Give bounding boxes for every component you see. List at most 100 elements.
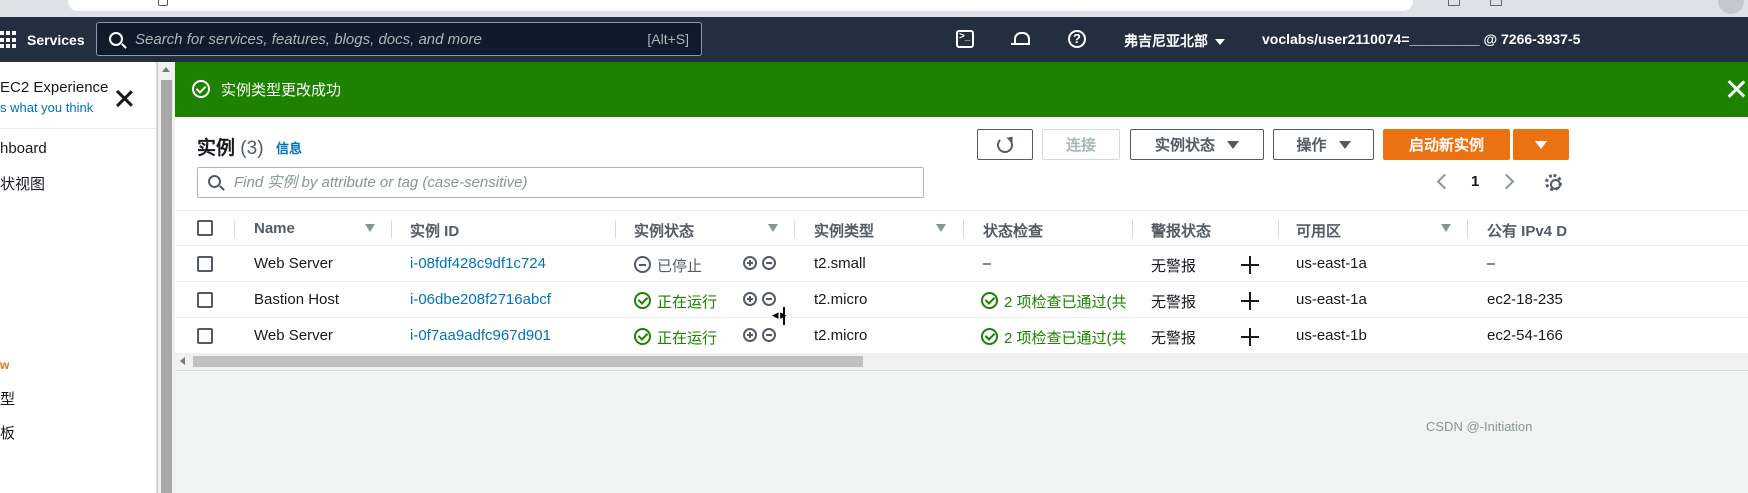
filter-input[interactable] <box>234 168 914 197</box>
cloudshell-icon[interactable] <box>956 30 974 48</box>
column-header-availability-zone[interactable]: 可用区 <box>1296 220 1341 241</box>
row-checkbox[interactable] <box>197 328 213 344</box>
extension-icon[interactable] <box>1448 0 1460 6</box>
add-alarm-icon[interactable] <box>1241 256 1259 274</box>
notifications-bell-icon[interactable] <box>1011 30 1030 48</box>
row-checkbox[interactable] <box>197 292 213 308</box>
availability-zone: us-east-1b <box>1296 327 1367 344</box>
column-separator <box>1278 220 1279 238</box>
region-selector[interactable]: 弗吉尼亚北部 <box>1124 31 1225 51</box>
availability-zone: us-east-1a <box>1296 255 1367 272</box>
table-row[interactable]: Web Server i-08fdf428c9df1c724 已停止 t2.sm… <box>175 246 1748 282</box>
instance-type: t2.small <box>814 255 866 272</box>
browser-address-bar[interactable] <box>68 0 1413 11</box>
search-input[interactable] <box>135 23 615 55</box>
table-scroll-thumb[interactable] <box>193 356 863 367</box>
zoom-out-icon[interactable] <box>762 292 776 306</box>
row-checkbox[interactable] <box>197 256 213 272</box>
zoom-in-icon[interactable] <box>743 292 757 306</box>
check-circle-icon <box>981 328 998 345</box>
sidebar-item-global-view[interactable]: 状视图 <box>0 173 45 194</box>
search-icon <box>208 175 221 188</box>
instance-state: 正在运行 <box>657 330 718 347</box>
launch-dropdown-button[interactable] <box>1513 129 1569 160</box>
instance-name: Web Server <box>254 327 333 344</box>
column-header-status-check[interactable]: 状态检查 <box>983 220 1043 241</box>
add-alarm-icon[interactable] <box>1241 328 1259 346</box>
sidebar-scroll-thumb[interactable] <box>161 80 172 493</box>
gear-icon[interactable] <box>1545 174 1562 191</box>
column-header-instance-state[interactable]: 实例状态 <box>634 220 694 241</box>
page-number[interactable]: 1 <box>1471 173 1479 190</box>
services-grid-icon[interactable] <box>0 31 18 49</box>
page-title: 实例 (3) <box>197 138 264 159</box>
zoom-out-icon[interactable] <box>762 256 776 270</box>
caret-down-icon <box>1535 140 1547 149</box>
close-icon[interactable] <box>1725 78 1747 100</box>
zoom-in-icon[interactable] <box>743 256 757 270</box>
help-icon[interactable] <box>1068 30 1086 48</box>
search-icon <box>109 32 123 46</box>
table-horizontal-scrollbar[interactable] <box>175 353 1748 370</box>
aws-top-navigation: Services [Alt+S] 弗吉尼亚北部 voclabs/user2110… <box>0 17 1748 62</box>
sidebar-item-dashboard[interactable]: hboard <box>0 140 47 157</box>
column-separator <box>234 220 235 238</box>
add-alarm-icon[interactable] <box>1241 292 1259 310</box>
availability-zone: us-east-1a <box>1296 291 1367 308</box>
sort-icon[interactable] <box>365 224 375 232</box>
sidebar-title: EC2 Experience <box>0 79 109 96</box>
zoom-out-icon[interactable] <box>762 328 776 342</box>
instance-type: t2.micro <box>814 291 868 308</box>
select-all-checkbox[interactable] <box>197 220 213 236</box>
actions-button[interactable]: 操作 <box>1273 129 1374 160</box>
chevron-right-icon[interactable] <box>1498 173 1515 190</box>
refresh-button[interactable] <box>977 129 1033 160</box>
column-header-instance-type[interactable]: 实例类型 <box>814 220 874 241</box>
profile-avatar[interactable] <box>1718 0 1744 14</box>
table-row[interactable]: Web Server i-0f7aa9adfc967d901 正在运行 t2.m… <box>175 318 1748 354</box>
watermark: CSDN @-Initiation <box>1426 419 1533 434</box>
stopped-icon <box>634 256 651 273</box>
table-row[interactable]: Bastion Host i-06dbe208f2716abcf 正在运行 t2… <box>175 282 1748 318</box>
instance-filter[interactable] <box>197 167 924 198</box>
instance-state: 正在运行 <box>657 294 718 311</box>
column-separator <box>391 220 392 238</box>
close-icon[interactable] <box>115 89 133 107</box>
account-menu[interactable]: voclabs/user2110074=_________ @ 7266-393… <box>1262 31 1580 47</box>
sort-icon[interactable] <box>1441 224 1451 232</box>
instance-id-link[interactable]: i-06dbe208f2716abcf <box>410 291 551 308</box>
sort-icon[interactable] <box>768 224 778 232</box>
instance-name: Web Server <box>254 255 333 272</box>
sort-icon[interactable] <box>936 224 946 232</box>
scroll-up-arrow[interactable] <box>162 67 170 72</box>
services-menu[interactable]: Services <box>27 32 85 48</box>
puzzle-icon[interactable] <box>1490 0 1502 6</box>
instance-count: (3) <box>240 138 264 159</box>
column-header-alarm-status[interactable]: 警报状态 <box>1151 220 1211 241</box>
alarm-status: 无警报 <box>1151 330 1197 347</box>
column-header-public-ipv4-dns[interactable]: 公有 IPv4 D <box>1487 220 1567 241</box>
scroll-left-arrow[interactable] <box>180 357 185 365</box>
column-separator <box>963 220 964 238</box>
alarm-status: 无警报 <box>1151 294 1197 311</box>
instance-name: Bastion Host <box>254 291 340 308</box>
sidebar-item-templates[interactable]: 板 <box>0 422 15 443</box>
global-search[interactable]: [Alt+S] <box>96 22 702 56</box>
column-separator <box>794 220 795 238</box>
site-info-icon[interactable] <box>158 0 168 6</box>
chevron-left-icon[interactable] <box>1436 173 1453 190</box>
check-circle-icon <box>634 328 651 345</box>
region-label: 弗吉尼亚北部 <box>1124 33 1208 49</box>
column-header-instance-id[interactable]: 实例 ID <box>410 220 459 241</box>
instance-state-button[interactable]: 实例状态 <box>1130 129 1264 160</box>
column-header-name[interactable]: Name <box>254 220 295 237</box>
public-dns: – <box>1487 255 1496 272</box>
zoom-in-icon[interactable] <box>743 328 757 342</box>
launch-instance-button[interactable]: 启动新实例 <box>1383 129 1510 160</box>
instance-id-link[interactable]: i-0f7aa9adfc967d901 <box>410 327 551 344</box>
connect-button[interactable]: 连接 <box>1042 129 1120 160</box>
instance-id-link[interactable]: i-08fdf428c9df1c724 <box>410 255 546 272</box>
info-link[interactable]: 信息 <box>276 138 302 157</box>
feedback-link[interactable]: s what you think <box>0 100 93 115</box>
sidebar-item-types[interactable]: 型 <box>0 388 15 409</box>
